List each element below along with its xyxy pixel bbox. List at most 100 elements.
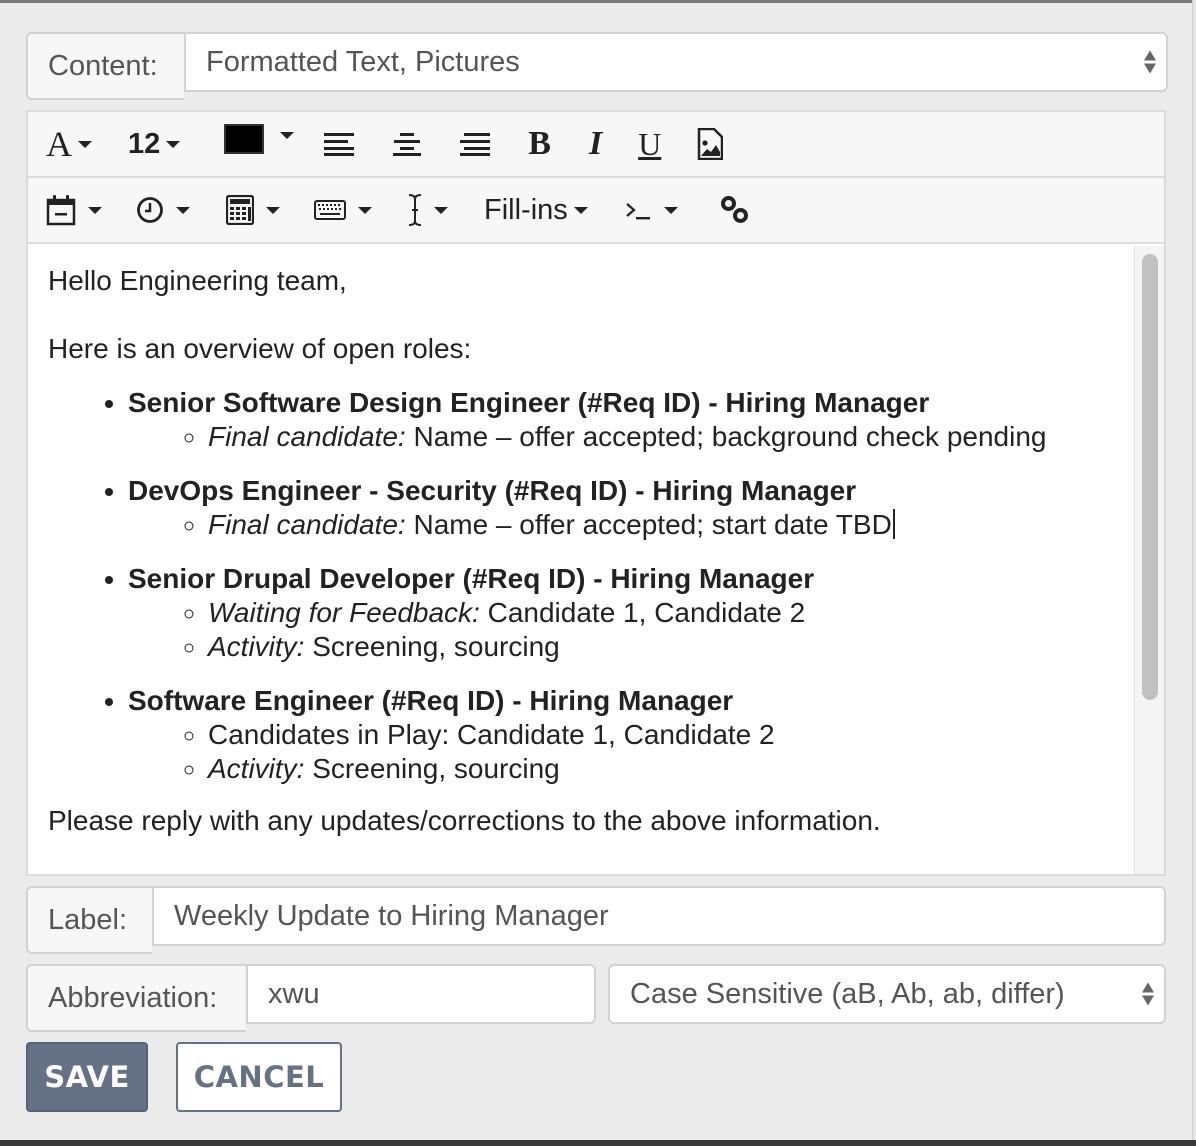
- align-left-button[interactable]: [324, 120, 356, 168]
- image-file-icon: [698, 128, 724, 160]
- role-title: Software Engineer (#Req ID) - Hiring Man…: [128, 685, 734, 716]
- scrollbar-thumb[interactable]: [1142, 254, 1158, 700]
- detail-text: Name – offer accepted; background check …: [405, 421, 1047, 452]
- role-title: Senior Software Design Engineer (#Req ID…: [128, 387, 930, 418]
- window-right-border: [1192, 0, 1196, 1146]
- underline-icon: U: [638, 125, 662, 162]
- chevron-down-icon: [166, 140, 181, 148]
- role-item: Senior Software Design Engineer (#Req ID…: [128, 386, 1114, 454]
- role-detail-item: Candidates in Play: Candidate 1, Candida…: [208, 718, 1114, 752]
- greeting-line: Hello Engineering team,: [48, 265, 347, 296]
- case-sensitivity-select[interactable]: Case Sensitive (aB, Ab, ab, differ): [608, 964, 1166, 1024]
- font-icon: A: [46, 124, 72, 164]
- editor-content[interactable]: Hello Engineering team, Here is an overv…: [28, 246, 1134, 874]
- text-caret: [892, 509, 895, 539]
- role-item: Software Engineer (#Req ID) - Hiring Man…: [128, 684, 1114, 786]
- insert-time-dropdown[interactable]: [136, 186, 190, 234]
- role-title: Senior Drupal Developer (#Req ID) - Hiri…: [128, 563, 815, 594]
- align-center-icon: [393, 133, 422, 156]
- detail-text: Candidates in Play: Candidate 1, Candida…: [208, 719, 775, 750]
- content-type-value: Formatted Text, Pictures: [206, 45, 520, 78]
- role-details: Final candidate: Name – offer accepted; …: [128, 508, 1114, 542]
- script-dropdown[interactable]: [624, 186, 678, 234]
- fill-ins-label: Fill-ins: [484, 193, 568, 226]
- editor-scrollbar[interactable]: [1134, 246, 1164, 874]
- detail-text: Candidate 1, Candidate 2: [479, 597, 806, 628]
- role-title: DevOps Engineer - Security (#Req ID) - H…: [128, 475, 857, 506]
- closing-line: Please reply with any updates/correction…: [48, 805, 881, 836]
- font-size-value: 12: [128, 127, 161, 160]
- detail-label: Final candidate:: [208, 509, 406, 540]
- font-size-dropdown[interactable]: 12: [128, 120, 181, 168]
- calculator-icon: [226, 195, 254, 225]
- detail-label: Final candidate:: [208, 421, 406, 452]
- toolbar-row-insert: Fill-ins: [28, 178, 1164, 244]
- role-item: Senior Drupal Developer (#Req ID) - Hiri…: [128, 562, 1114, 664]
- bold-button[interactable]: B: [528, 120, 551, 168]
- insert-image-button[interactable]: [697, 120, 724, 168]
- italic-button[interactable]: I: [589, 120, 602, 168]
- keyboard-icon: [314, 200, 346, 220]
- text-cursor-icon: [408, 194, 422, 226]
- roles-list: Senior Software Design Engineer (#Req ID…: [48, 386, 1114, 786]
- chevron-down-icon: [434, 206, 448, 214]
- chevron-down-icon: [280, 132, 295, 139]
- chevron-down-icon: [78, 140, 92, 148]
- abbreviation-group: Abbreviation: xwu: [26, 964, 596, 1032]
- abbreviation-label: Abbreviation:: [26, 964, 246, 1032]
- select-arrows-icon: [1142, 982, 1154, 1006]
- abbreviation-input[interactable]: xwu: [246, 964, 596, 1024]
- fill-ins-dropdown[interactable]: Fill-ins: [484, 186, 588, 234]
- rich-text-editor: A 12 B I U Fill-ins Hello Engineering te…: [26, 110, 1166, 876]
- label-input-value: Weekly Update to Hiring Manager: [174, 899, 609, 932]
- bold-icon: B: [528, 125, 551, 162]
- window-top-border: [0, 0, 1196, 3]
- role-item: DevOps Engineer - Security (#Req ID) - H…: [128, 474, 1114, 542]
- detail-label: Waiting for Feedback:: [208, 597, 480, 628]
- toolbar-row-formatting: A 12 B I U: [28, 112, 1164, 178]
- case-sensitivity-value: Case Sensitive (aB, Ab, ab, differ): [630, 977, 1065, 1010]
- role-detail-item: Final candidate: Name – offer accepted; …: [208, 508, 1114, 542]
- insert-date-dropdown[interactable]: [46, 186, 102, 234]
- align-right-icon: [460, 133, 491, 156]
- save-button[interactable]: SAVE: [26, 1042, 148, 1112]
- label-group: Label: Weekly Update to Hiring Manager: [26, 886, 1166, 954]
- chevron-down-icon: [88, 206, 102, 214]
- label-input[interactable]: Weekly Update to Hiring Manager: [152, 886, 1166, 946]
- italic-icon: I: [588, 125, 603, 162]
- detail-text: Screening, sourcing: [304, 631, 560, 662]
- chevron-down-icon: [573, 206, 588, 214]
- content-type-group: Content: Formatted Text, Pictures: [26, 32, 1168, 100]
- calendar-icon: [46, 195, 76, 226]
- text-color-dropdown[interactable]: [224, 120, 295, 168]
- align-left-icon: [324, 133, 355, 156]
- link-icon: [720, 196, 748, 223]
- align-right-button[interactable]: [460, 120, 492, 168]
- chevron-down-icon: [176, 206, 190, 214]
- select-arrows-icon: [1144, 50, 1156, 74]
- insert-calculation-dropdown[interactable]: [226, 186, 280, 234]
- chevron-down-icon: [663, 206, 678, 214]
- underline-button[interactable]: U: [638, 120, 661, 168]
- detail-text: Screening, sourcing: [304, 753, 560, 784]
- cancel-button[interactable]: CANCEL: [176, 1042, 342, 1112]
- insert-link-button[interactable]: [720, 186, 750, 234]
- insert-cursor-dropdown[interactable]: [406, 186, 448, 234]
- detail-label: Activity:: [208, 753, 305, 784]
- color-swatch-icon: [224, 124, 265, 154]
- abbreviation-input-value: xwu: [268, 977, 320, 1010]
- chevron-down-icon: [266, 206, 280, 214]
- role-detail-item: Activity: Screening, sourcing: [208, 630, 1114, 664]
- chevron-down-icon: [358, 206, 372, 214]
- clock-icon: [137, 197, 163, 223]
- role-details: Waiting for Feedback: Candidate 1, Candi…: [128, 596, 1114, 664]
- content-type-select[interactable]: Formatted Text, Pictures: [184, 32, 1168, 92]
- align-center-button[interactable]: [392, 120, 424, 168]
- role-detail-item: Waiting for Feedback: Candidate 1, Candi…: [208, 596, 1114, 630]
- font-family-dropdown[interactable]: A: [46, 120, 92, 168]
- content-label: Content:: [26, 32, 184, 100]
- insert-key-dropdown[interactable]: [314, 186, 372, 234]
- label-field-label: Label:: [26, 886, 152, 954]
- role-detail-item: Final candidate: Name – offer accepted; …: [208, 420, 1114, 454]
- role-detail-item: Activity: Screening, sourcing: [208, 752, 1114, 786]
